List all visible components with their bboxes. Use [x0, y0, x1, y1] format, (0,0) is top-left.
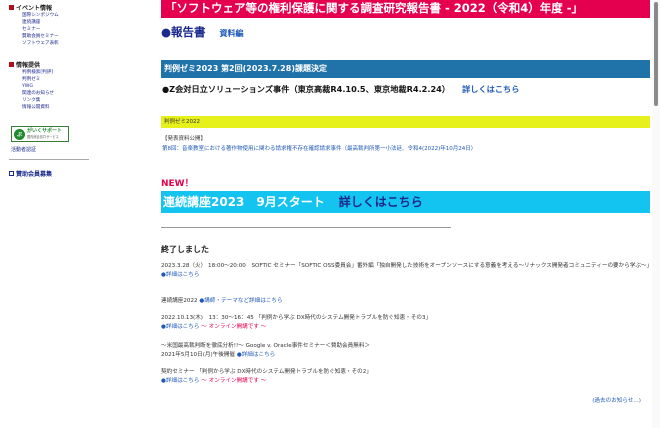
course-announcement-bar: 連続講座2023 9月スタート 詳しくはこちら	[161, 191, 650, 213]
ended-heading: 終了しました	[161, 245, 209, 254]
scrollbar-thumb[interactable]	[654, 2, 658, 106]
event-item: 契約セミナー 「判例から学ぶ DX時代のシステム開発トラブルを防ぐ知恵・その2」…	[161, 368, 650, 386]
publication-link[interactable]: 第8回：音楽教室における著作物使用に関わる請求権不存在確認請求事件（最高裁判所第…	[162, 144, 476, 152]
event-item: ～米国最高裁判断を徹底分析!!～ Google v. Oracle事件セミナー＜…	[161, 342, 650, 360]
event-description: 契約セミナー 「判例から学ぶ DX時代のシステム開発トラブルを防ぐ知恵・その2」	[161, 369, 372, 375]
sidebar-item-public-docs[interactable]: 情報公開資料	[9, 104, 54, 111]
event-item: 連続講座2022 ●講師・テーマなど詳細はこちら	[161, 297, 650, 306]
publication-heading: 【発表資料公開】	[162, 136, 207, 142]
new-label: NEW！	[161, 179, 194, 189]
event-description: 2023.3.28（火） 18:00～20:00 SOFTIC セミナー「SOF…	[161, 263, 653, 269]
sidebar-item-software-award[interactable]: ソフトウェア表彰	[9, 40, 59, 47]
sidebar-item-links[interactable]: リンク集	[9, 97, 54, 104]
event-details-link[interactable]: ●講師・テーマなど詳細はこちら	[199, 298, 282, 304]
event-details-link[interactable]: ●詳細はこちら	[161, 272, 199, 278]
sidebar: イベント情報 国際シンポジウム 連続講座 セミナー 賛助会員セミナー ソフトウェ…	[0, 0, 150, 428]
sidebar-info-group: 情報提供 判例検索[判評] 判例ゼミ YWG 関連のお知らせ リンク集 情報公開…	[9, 60, 54, 111]
sidebar-item-seminar[interactable]: セミナー	[9, 26, 59, 33]
support-badge-banner[interactable]: ぷ がいくサポート 国内総合窓口サービス	[11, 126, 69, 142]
course-text: 連続講座2023 9月スタート	[163, 195, 325, 209]
sidebar-item-related-news[interactable]: 関連のお知らせ	[9, 90, 54, 97]
event-date: 2021年5月10日(月)午後開催	[161, 352, 236, 358]
event-item: 2022.10.13(木) 13：30～16：45 「判例から学ぶ DX時代のシ…	[161, 314, 650, 332]
sidebar-item-symposium[interactable]: 国際シンポジウム	[9, 12, 59, 19]
course-details-link[interactable]: 詳しくはこちら	[339, 195, 423, 209]
sidebar-item-case-seminar[interactable]: 判例ゼミ	[9, 76, 54, 83]
past-news-link[interactable]: (過去のお知らせ...)	[592, 396, 641, 404]
support-badge-text: がいくサポート 国内総合窓口サービス	[27, 128, 63, 139]
report-title-banner[interactable]: 「ソフトウェア等の権利保護に関する調査研究報告書 - 2022（令和4）年度 -…	[161, 0, 650, 18]
event-description: ～米国最高裁判断を徹底分析!!～ Google v. Oracle事件セミナー＜…	[161, 343, 371, 349]
square-outline-icon	[9, 171, 14, 176]
section-divider	[161, 227, 451, 228]
seminar-2022-bar: 判例ゼミ2022	[161, 116, 650, 128]
sidebar-members-link[interactable]: 賛助会員募集	[9, 169, 52, 178]
online-note: ～ オンライン開講です ～	[201, 324, 267, 330]
report-line: ●報告書 資料編	[161, 24, 244, 40]
sidebar-item-case-search[interactable]: 判例検索[判評]	[9, 69, 54, 76]
sidebar-members-group: 賛助会員募集	[9, 169, 52, 178]
support-logo-icon: ぷ	[14, 128, 25, 140]
seminar-announcement-bar: 判例ゼミ2023 第2回(2023.7.28)課題決定	[161, 60, 650, 78]
sidebar-certification-link[interactable]: 活動者認証	[11, 146, 36, 153]
event-description: 2022.10.13(木) 13：30～16：45 「判例から学ぶ DX時代のシ…	[161, 315, 432, 321]
case-text: ●Z会対日立ソリューションズ事件（東京高裁R4.10.5、東京地裁R4.2.24…	[162, 84, 451, 94]
square-bullet-icon	[9, 5, 14, 10]
sidebar-events-group: イベント情報 国際シンポジウム 連続講座 セミナー 賛助会員セミナー ソフトウェ…	[9, 3, 59, 47]
online-note: ～ オンライン開講です ～	[201, 378, 267, 384]
square-bullet-icon	[9, 62, 14, 67]
sidebar-info-heading: 情報提供	[9, 60, 54, 69]
report-materials-link[interactable]: 資料編	[220, 28, 244, 39]
sidebar-divider	[9, 159, 89, 160]
event-description: 連続講座2022	[161, 298, 198, 304]
sidebar-item-member-seminar[interactable]: 賛助会員セミナー	[9, 33, 59, 40]
vertical-scrollbar[interactable]	[652, 0, 660, 428]
sidebar-item-lecture-series[interactable]: 連続講座	[9, 19, 59, 26]
event-details-link[interactable]: ●詳細はこちら	[161, 378, 199, 384]
sidebar-item-ywg[interactable]: YWG	[9, 83, 54, 90]
sidebar-events-heading: イベント情報	[9, 3, 59, 12]
main-content: 「ソフトウェア等の権利保護に関する調査研究報告書 - 2022（令和4）年度 -…	[157, 0, 653, 428]
event-item: 2023.3.28（火） 18:00～20:00 SOFTIC セミナー「SOF…	[161, 262, 653, 280]
event-details-link[interactable]: ●詳細はこちら	[161, 324, 199, 330]
report-link[interactable]: ●報告書	[161, 24, 206, 40]
case-details-link[interactable]: 詳しくはこちら	[462, 84, 519, 94]
event-details-link[interactable]: ●詳細はこちら	[237, 352, 275, 358]
case-announcement: ●Z会対日立ソリューションズ事件（東京高裁R4.10.5、東京地裁R4.2.24…	[162, 83, 519, 95]
